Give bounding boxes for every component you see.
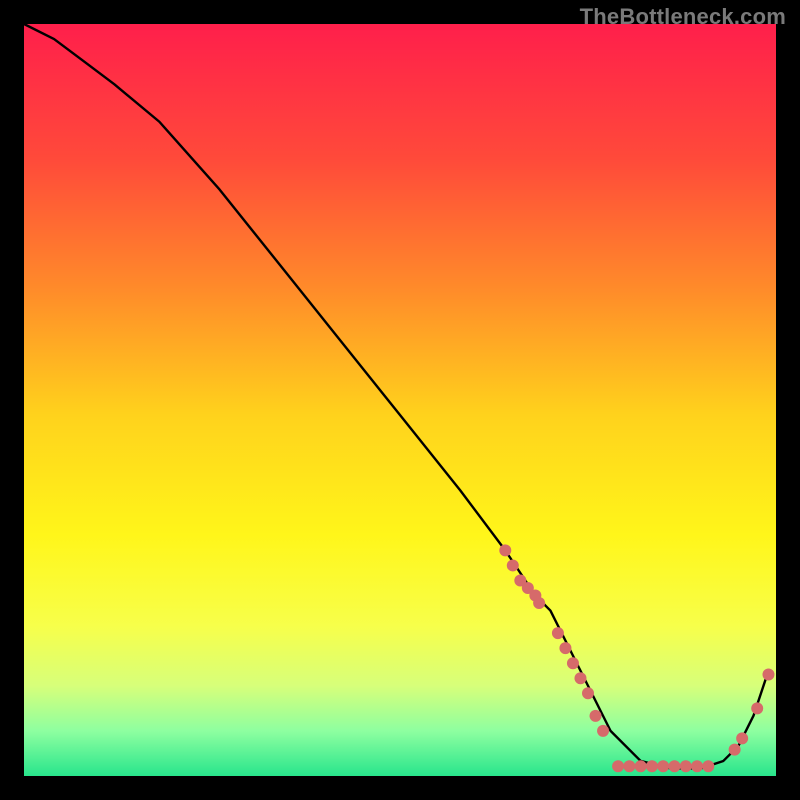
data-marker	[668, 760, 680, 772]
data-marker	[736, 732, 748, 744]
data-marker	[702, 760, 714, 772]
data-marker	[729, 744, 741, 756]
data-marker	[762, 668, 774, 680]
data-marker	[751, 702, 763, 714]
watermark-text: TheBottleneck.com	[580, 4, 786, 30]
data-marker	[646, 760, 658, 772]
data-marker	[499, 544, 511, 556]
data-marker	[582, 687, 594, 699]
data-marker	[657, 760, 669, 772]
data-marker	[680, 760, 692, 772]
data-marker	[623, 760, 635, 772]
data-marker	[552, 627, 564, 639]
data-marker	[691, 760, 703, 772]
data-marker	[567, 657, 579, 669]
data-marker	[533, 597, 545, 609]
data-marker	[574, 672, 586, 684]
data-marker	[507, 559, 519, 571]
chart-svg	[0, 0, 800, 800]
data-marker	[597, 725, 609, 737]
data-marker	[612, 760, 624, 772]
chart-stage: { "watermark": "TheBottleneck.com", "plo…	[0, 0, 800, 800]
data-marker	[590, 710, 602, 722]
data-marker	[559, 642, 571, 654]
data-marker	[635, 760, 647, 772]
plot-background	[24, 24, 776, 776]
